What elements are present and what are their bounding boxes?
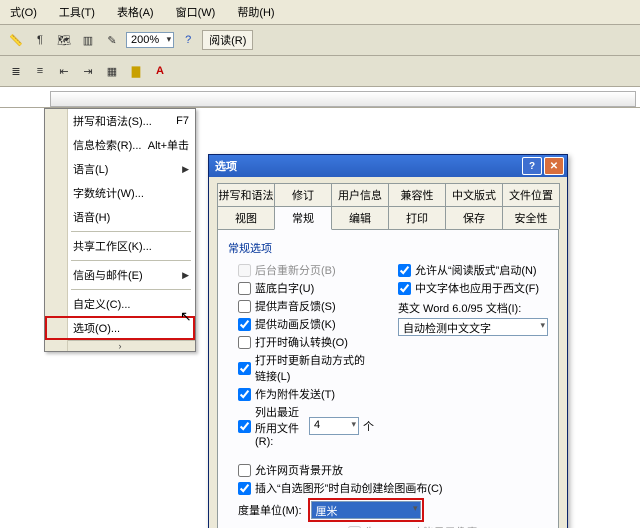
menu-bar: 式(O) 工具(T) 表格(A) 窗口(W) 帮助(H) [0, 0, 640, 25]
toolbar-formatting: ≣ ≡ ⇤ ⇥ ▦ ▇ A [0, 56, 640, 87]
recent-files-suffix: 个 [363, 418, 374, 434]
general-tab-panel: 常规选项 后台重新分页(B) 蓝底白字(U) 提供声音反馈(S) 提供动画反馈(… [217, 229, 559, 528]
options-dialog: 选项 ? ✕ 拼写和语法 修订 用户信息 兼容性 中文版式 文件位置 视图 常规… [208, 154, 568, 528]
tab-general[interactable]: 常规 [274, 206, 332, 230]
menu-item-speech[interactable]: 语音(H) [45, 205, 195, 229]
tab-spelling[interactable]: 拼写和语法 [217, 183, 275, 206]
drawing-icon[interactable]: ✎ [102, 30, 122, 50]
dialog-help-button[interactable]: ? [522, 157, 542, 175]
chk-html-pixels: 为 HTML 功能显示像素(X) [228, 524, 548, 528]
highlight-icon[interactable]: ▇ [126, 61, 146, 81]
chk-send-attachment[interactable]: 作为附件发送(T) [228, 386, 374, 402]
chk-web-bg[interactable]: 允许网页背景开放 [228, 462, 548, 478]
chk-confirm-convert[interactable]: 打开时确认转换(O) [228, 334, 374, 350]
tools-menu-dropdown: 拼写和语法(S)...F7 信息检索(R)...Alt+单击 语言(L)▶ 字数… [44, 108, 196, 352]
unit-label: 度量单位(M): [238, 502, 302, 518]
unit-combo[interactable]: 厘米 [311, 501, 421, 519]
tab-view[interactable]: 视图 [217, 206, 275, 229]
chk-background-repaginate: 后台重新分页(B) [228, 262, 374, 278]
zoom-combo[interactable]: 200% [126, 32, 174, 48]
chk-blue-white[interactable]: 蓝底白字(U) [228, 280, 374, 296]
menu-window[interactable]: 窗口(W) [170, 2, 222, 22]
toolbar-standard: 📏 ¶ 🗺 ▥ ✎ 200% ? 阅读(R) [0, 25, 640, 56]
tab-userinfo[interactable]: 用户信息 [331, 183, 389, 206]
menu-item-options[interactable]: 选项(O)... [45, 316, 195, 340]
tab-compat[interactable]: 兼容性 [388, 183, 446, 206]
menu-item-shared-workspace[interactable]: 共享工作区(K)... [45, 234, 195, 258]
menu-item-wordcount[interactable]: 字数统计(W)... [45, 181, 195, 205]
chk-anim-feedback[interactable]: 提供动画反馈(K) [228, 316, 374, 332]
cursor-icon: ↖ [180, 308, 192, 325]
menu-item-letters-mail[interactable]: 信函与邮件(E)▶ [45, 263, 195, 287]
menu-item-spelling[interactable]: 拼写和语法(S)...F7 [45, 109, 195, 133]
read-mode-button[interactable]: 阅读(R) [202, 30, 253, 50]
recent-files-spin[interactable]: 4 [309, 417, 359, 435]
unit-highlight: 厘米 [308, 498, 424, 522]
compat-label: 英文 Word 6.0/95 文档(I): [388, 300, 548, 316]
chk-sound-feedback[interactable]: 提供声音反馈(S) [228, 298, 374, 314]
tab-print[interactable]: 打印 [388, 206, 446, 229]
tab-edit[interactable]: 编辑 [331, 206, 389, 229]
recent-files-label: 列出最近所用文件(R): [255, 404, 305, 448]
menu-table[interactable]: 表格(A) [111, 2, 160, 22]
document-area: 拼写和语法(S)...F7 信息检索(R)...Alt+单击 语言(L)▶ 字数… [0, 108, 640, 528]
dialog-titlebar: 选项 ? ✕ [209, 155, 567, 177]
dialog-title: 选项 [215, 158, 237, 174]
ruler [0, 89, 640, 108]
chk-recent-files[interactable] [238, 420, 251, 433]
paragraph-icon[interactable]: ¶ [30, 30, 50, 50]
bullets-icon[interactable]: ≣ [6, 61, 26, 81]
chk-cjk-font-latin[interactable]: 中文字体也应用于西文(F) [388, 280, 548, 296]
borders-icon[interactable]: ▦ [102, 61, 122, 81]
indent-dec-icon[interactable]: ⇤ [54, 61, 74, 81]
tab-filelocations[interactable]: 文件位置 [502, 183, 560, 206]
dialog-close-button[interactable]: ✕ [544, 157, 564, 175]
font-color-icon[interactable]: A [150, 61, 170, 81]
zoom-value: 200% [131, 34, 159, 46]
map-icon[interactable]: 🗺 [54, 30, 74, 50]
columns-icon[interactable]: ▥ [78, 30, 98, 50]
menu-item-research[interactable]: 信息检索(R)...Alt+单击 [45, 133, 195, 157]
dialog-tabs: 拼写和语法 修订 用户信息 兼容性 中文版式 文件位置 视图 常规 编辑 打印 … [209, 177, 567, 229]
help-icon[interactable]: ? [178, 30, 198, 50]
chk-update-links[interactable]: 打开时更新自动方式的链接(L) [228, 352, 374, 384]
menu-item-customize[interactable]: 自定义(C)... [45, 292, 195, 316]
numbering-icon[interactable]: ≡ [30, 61, 50, 81]
menu-tools[interactable]: 工具(T) [53, 2, 101, 22]
menu-item-language[interactable]: 语言(L)▶ [45, 157, 195, 181]
chk-reading-layout-start[interactable]: 允许从“阅读版式”启动(N) [388, 262, 548, 278]
compat-combo[interactable]: 自动检测中文文字 [398, 318, 548, 336]
menu-help[interactable]: 帮助(H) [231, 2, 280, 22]
tab-asian[interactable]: 中文版式 [445, 183, 503, 206]
tab-trackchanges[interactable]: 修订 [274, 183, 332, 206]
indent-inc-icon[interactable]: ⇥ [78, 61, 98, 81]
tab-security[interactable]: 安全性 [502, 206, 560, 229]
menu-format[interactable]: 式(O) [4, 2, 43, 22]
tab-save[interactable]: 保存 [445, 206, 503, 229]
ruler-icon[interactable]: 📏 [6, 30, 26, 50]
section-general-options: 常规选项 [228, 240, 548, 256]
row-recent-files: 列出最近所用文件(R): 4 个 [228, 404, 374, 448]
chk-autoshape-canvas[interactable]: 插入“自选图形”时自动创建绘图画布(C) [228, 480, 548, 496]
